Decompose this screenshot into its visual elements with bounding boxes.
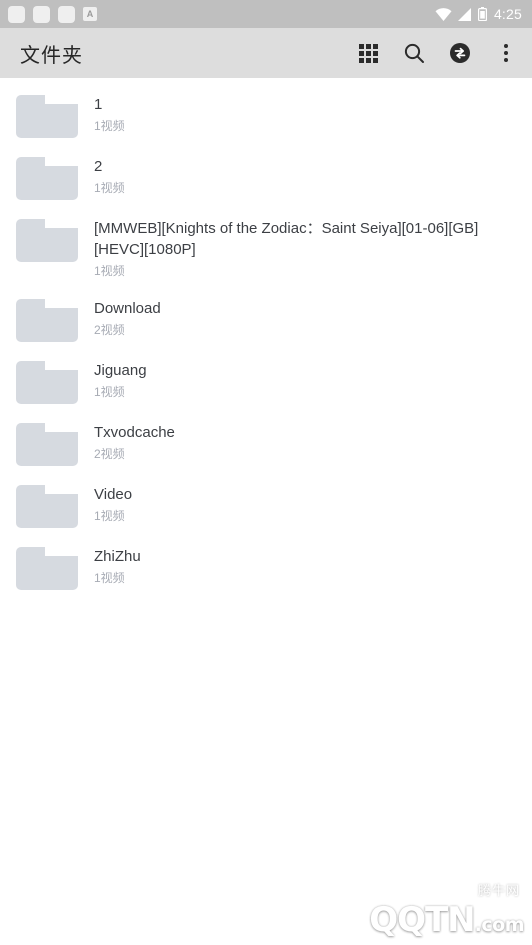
- folder-item-title: Txvodcache: [94, 424, 175, 441]
- folder-list-item[interactable]: ZhiZhu 1视频: [0, 536, 532, 598]
- folder-item-count: 1视频: [94, 181, 125, 195]
- folder-list[interactable]: 1 1视频 2 1视频 [MMWEB][Knights of the Zodiac：Sa…: [0, 78, 532, 944]
- wifi-icon: [435, 7, 452, 21]
- folder-list-item[interactable]: [MMWEB][Knights of the Zodiac：Saint Seiy…: [0, 208, 532, 288]
- page-title: 文件夹: [20, 42, 83, 67]
- folder-item-count: 2视频: [94, 447, 125, 461]
- transfer-button[interactable]: [448, 41, 472, 65]
- folder-icon: [16, 485, 78, 528]
- folder-item-title: [MMWEB][Knights of the Zodiac：Saint Seiy…: [94, 220, 479, 258]
- folder-item-text: Video 1视频: [78, 482, 516, 525]
- folder-item-text: Txvodcache 2视频: [78, 420, 516, 463]
- folder-icon: [16, 361, 78, 404]
- app-notification-icon: [58, 5, 75, 23]
- folder-item-title: 1: [94, 96, 103, 113]
- folder-item-text: [MMWEB][Knights of the Zodiac：Saint Seiy…: [78, 216, 516, 280]
- phone-screen: A 4:25 文件夹 1 1视频 2 1视频 [MMWEB][Knights o…: [0, 0, 532, 944]
- folder-item-title: Download: [94, 300, 161, 317]
- folder-item-count: 1视频: [94, 385, 125, 399]
- folder-icon: [16, 299, 78, 342]
- folder-item-text: 1 1视频: [78, 92, 516, 135]
- search-button[interactable]: [402, 41, 426, 65]
- folder-list-item[interactable]: Video 1视频: [0, 474, 532, 536]
- battery-icon: [477, 7, 487, 21]
- folder-item-count: 1视频: [94, 119, 125, 133]
- folder-item-text: 2 1视频: [78, 154, 516, 197]
- folder-icon: [16, 547, 78, 590]
- folder-item-text: Download 2视频: [78, 296, 516, 339]
- transfer-icon: [449, 42, 471, 64]
- app-notification-icon: [33, 5, 50, 23]
- folder-item-count: 1视频: [94, 509, 125, 523]
- folder-item-title: Jiguang: [94, 362, 147, 379]
- folder-icon: [16, 157, 78, 200]
- folder-list-item[interactable]: Txvodcache 2视频: [0, 412, 532, 474]
- status-bar-clock: 4:25: [493, 6, 522, 22]
- folder-item-title: 2: [94, 158, 103, 175]
- signal-icon: [457, 7, 472, 21]
- folder-icon: [16, 219, 78, 262]
- folder-icon: [16, 95, 78, 138]
- folder-list-item[interactable]: 2 1视频: [0, 146, 532, 208]
- folder-item-title: ZhiZhu: [94, 548, 141, 565]
- folder-item-text: Jiguang 1视频: [78, 358, 516, 401]
- letter-a-notification-icon: A: [83, 7, 97, 21]
- overflow-menu-button[interactable]: [494, 41, 518, 65]
- overflow-menu-icon: [504, 44, 508, 62]
- folder-item-count: 2视频: [94, 323, 125, 337]
- folder-item-count: 1视频: [94, 264, 125, 278]
- folder-list-item[interactable]: 1 1视频: [0, 84, 532, 146]
- grid-view-button[interactable]: [356, 41, 380, 65]
- app-notification-icon: [8, 5, 25, 23]
- folder-list-item[interactable]: Jiguang 1视频: [0, 350, 532, 412]
- app-toolbar: 文件夹: [0, 28, 532, 78]
- status-bar: A 4:25: [0, 0, 532, 28]
- folder-list-item[interactable]: Download 2视频: [0, 288, 532, 350]
- toolbar-actions: [356, 41, 518, 65]
- search-icon: [403, 42, 425, 64]
- folder-item-title: Video: [94, 486, 133, 503]
- folder-item-text: ZhiZhu 1视频: [78, 544, 516, 587]
- folder-item-count: 1视频: [94, 571, 125, 585]
- status-bar-notifications: A: [8, 5, 435, 23]
- grid-view-icon: [358, 43, 378, 63]
- status-bar-indicators: 4:25: [435, 6, 522, 22]
- folder-icon: [16, 423, 78, 466]
